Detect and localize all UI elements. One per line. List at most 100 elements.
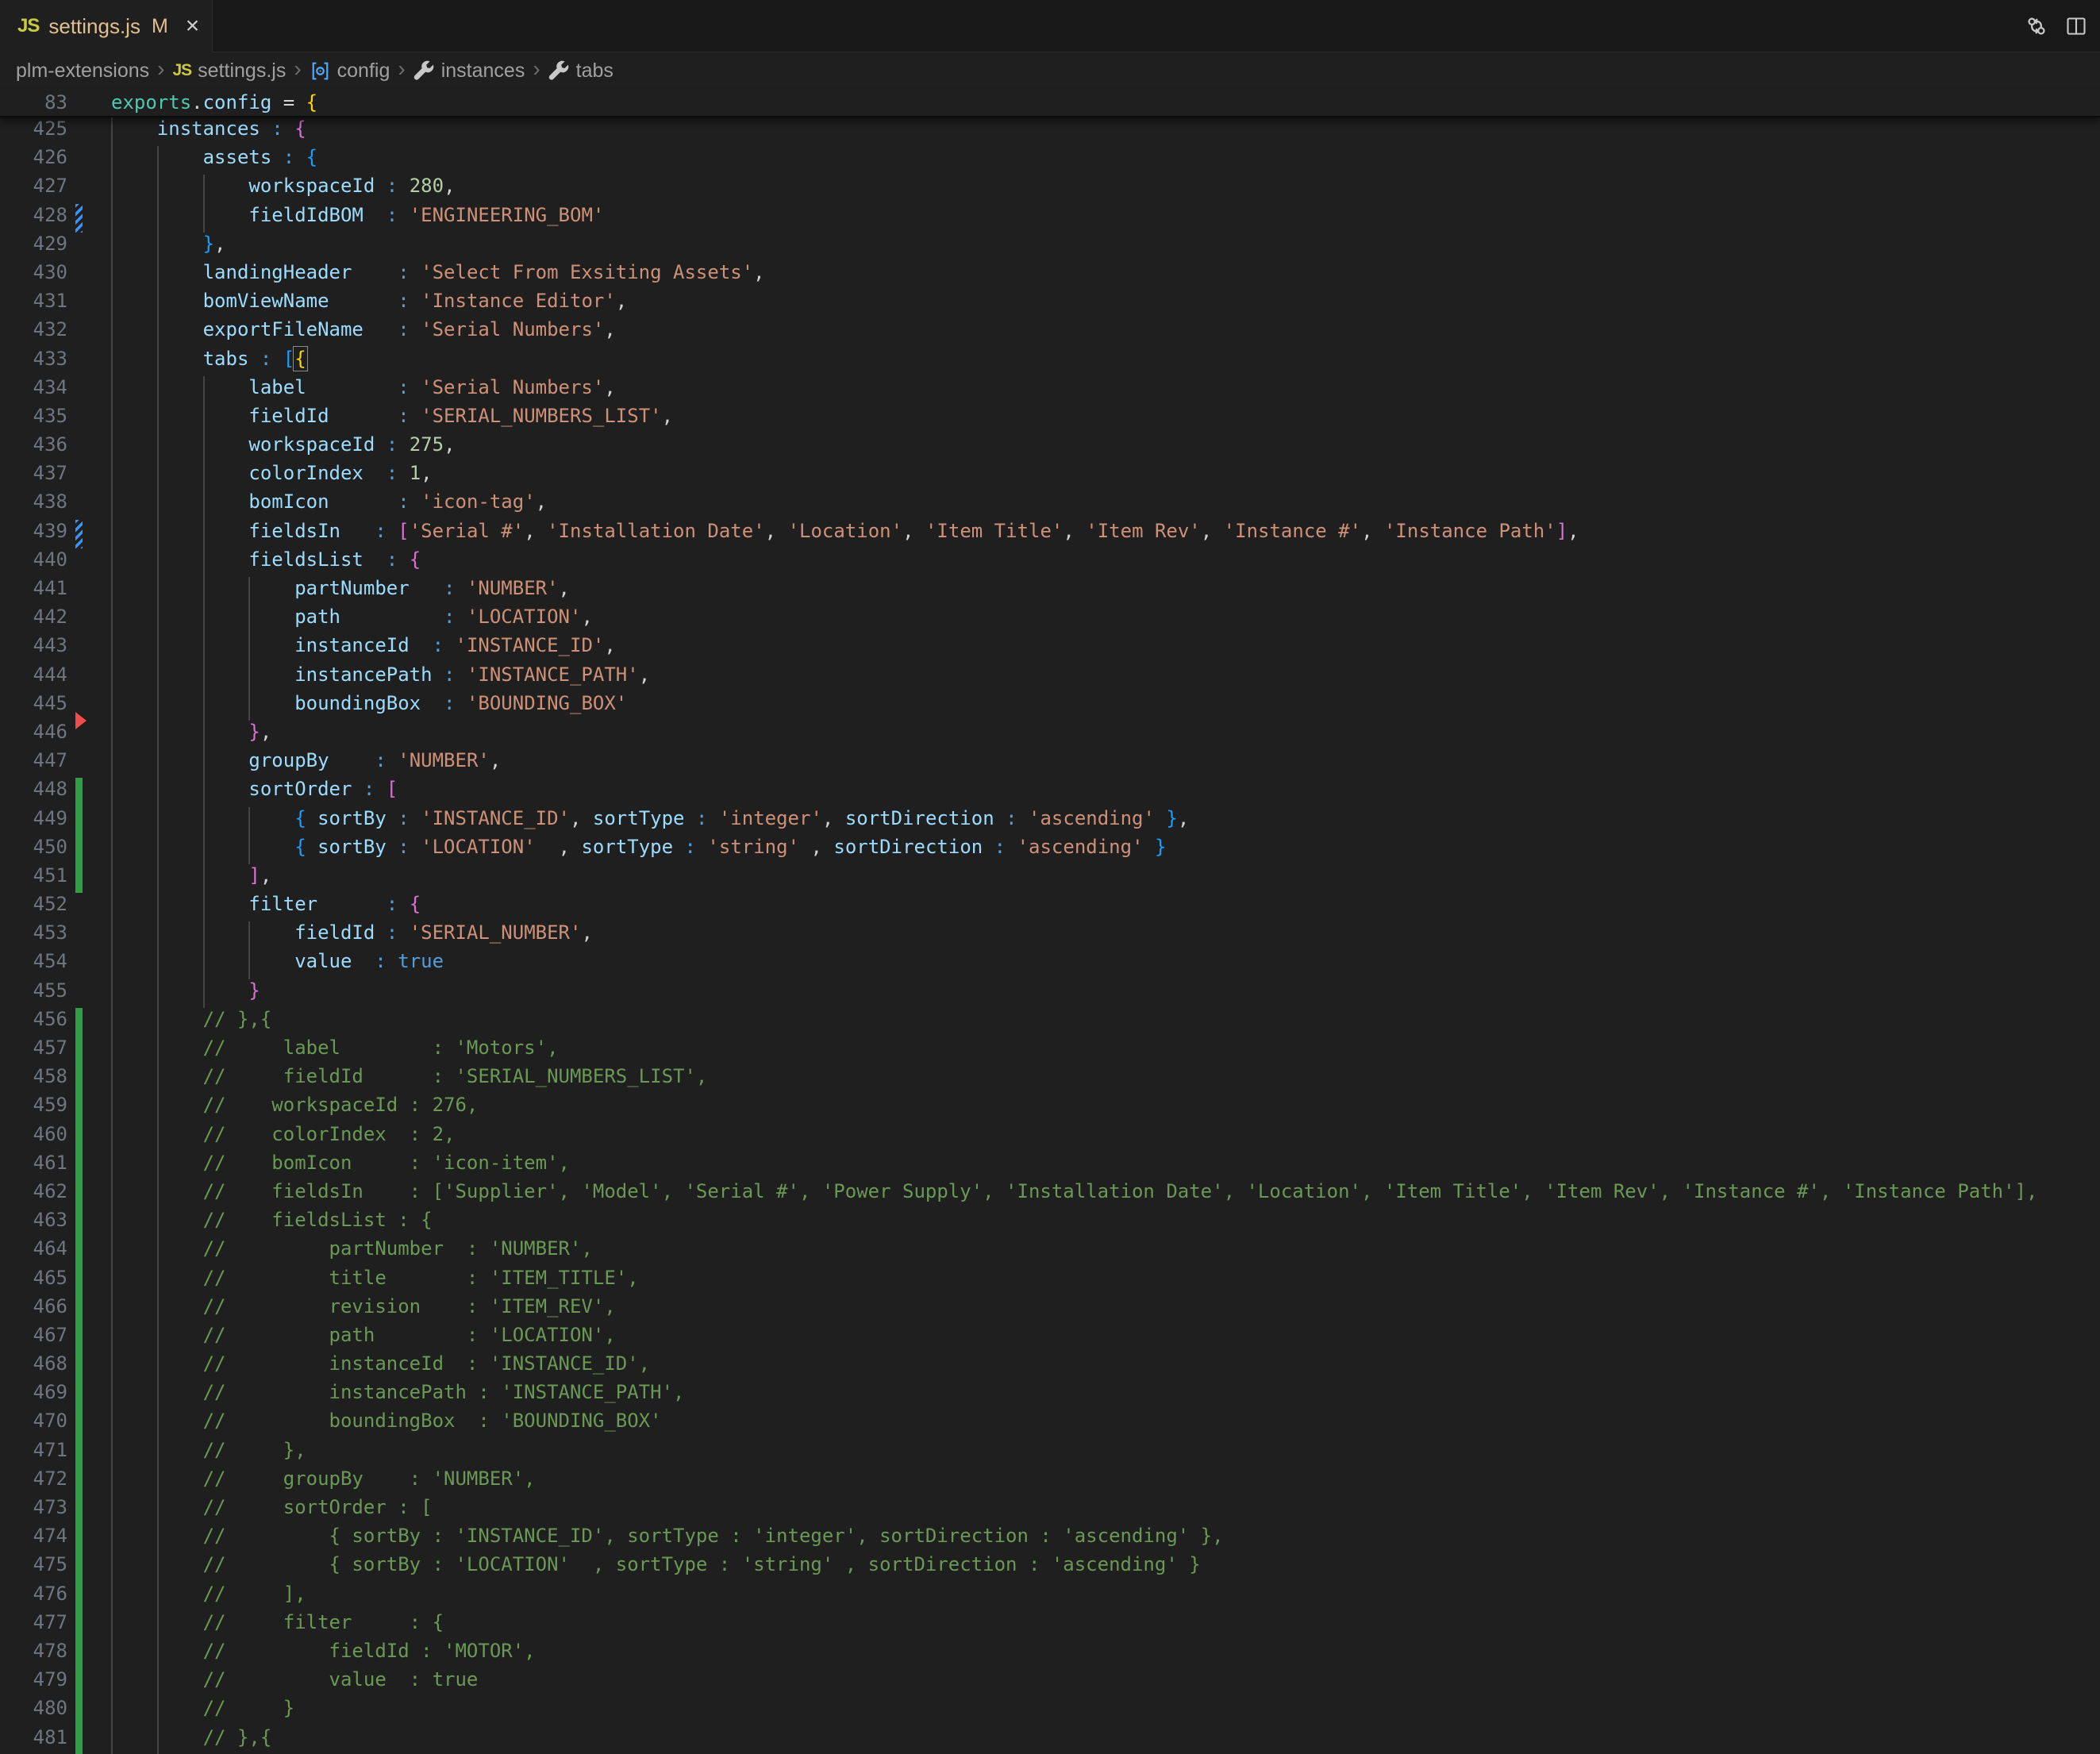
code-line[interactable]: 425 instances : { xyxy=(0,117,2100,146)
breadcrumb-item-config[interactable]: config xyxy=(310,60,390,83)
line-number[interactable]: 445 xyxy=(0,692,67,714)
line-number[interactable]: 459 xyxy=(0,1094,67,1116)
code-line[interactable]: 437 colorIndex : 1, xyxy=(0,462,2100,490)
line-number[interactable]: 462 xyxy=(0,1180,67,1202)
git-added-indicator[interactable] xyxy=(75,778,83,806)
git-added-indicator[interactable] xyxy=(75,1553,83,1582)
code-line[interactable]: 440 fieldsList : { xyxy=(0,548,2100,577)
line-number[interactable]: 449 xyxy=(0,807,67,829)
line-number[interactable]: 455 xyxy=(0,979,67,1002)
line-number[interactable]: 448 xyxy=(0,778,67,800)
line-number[interactable]: 447 xyxy=(0,749,67,771)
line-number[interactable]: 439 xyxy=(0,520,67,542)
line-number[interactable]: 470 xyxy=(0,1410,67,1432)
code-line[interactable]: 427 workspaceId : 280, xyxy=(0,175,2100,203)
line-number[interactable]: 460 xyxy=(0,1123,67,1145)
line-number[interactable]: 440 xyxy=(0,548,67,571)
code-line[interactable]: 465 // title : 'ITEM_TITLE', xyxy=(0,1267,2100,1295)
code-line[interactable]: 442 path : 'LOCATION', xyxy=(0,606,2100,634)
git-added-indicator[interactable] xyxy=(75,1640,83,1668)
line-number[interactable]: 474 xyxy=(0,1525,67,1547)
git-deleted-indicator[interactable] xyxy=(75,712,87,729)
git-added-indicator[interactable] xyxy=(75,1123,83,1152)
close-icon[interactable]: × xyxy=(186,14,200,38)
line-number[interactable]: 467 xyxy=(0,1324,67,1346)
code-line[interactable]: 434 label : 'Serial Numbers', xyxy=(0,376,2100,405)
line-number[interactable]: 461 xyxy=(0,1152,67,1174)
code-line[interactable]: 439 fieldsIn : ['Serial #', 'Installatio… xyxy=(0,520,2100,548)
line-number[interactable]: 441 xyxy=(0,577,67,599)
code-line[interactable]: 451 ], xyxy=(0,864,2100,893)
git-added-indicator[interactable] xyxy=(75,1324,83,1352)
code-line[interactable]: 469 // instancePath : 'INSTANCE_PATH', xyxy=(0,1381,2100,1410)
git-added-indicator[interactable] xyxy=(75,1237,83,1266)
git-added-indicator[interactable] xyxy=(75,1037,83,1065)
line-number[interactable]: 431 xyxy=(0,290,67,312)
breadcrumb-item-instances[interactable]: instances xyxy=(413,60,525,83)
line-number[interactable]: 469 xyxy=(0,1381,67,1403)
git-added-indicator[interactable] xyxy=(75,1668,83,1697)
code-line[interactable]: 441 partNumber : 'NUMBER', xyxy=(0,577,2100,606)
line-number[interactable]: 452 xyxy=(0,893,67,915)
code-line[interactable]: 438 bomIcon : 'icon-tag', xyxy=(0,490,2100,519)
code-line[interactable]: 456 // },{ xyxy=(0,1008,2100,1037)
line-number[interactable]: 433 xyxy=(0,348,67,370)
line-number[interactable]: 458 xyxy=(0,1065,67,1087)
code-line[interactable]: 463 // fieldsList : { xyxy=(0,1209,2100,1237)
code-line[interactable]: 436 workspaceId : 275, xyxy=(0,433,2100,462)
code-line[interactable]: 446 }, xyxy=(0,721,2100,749)
code-line[interactable]: 447 groupBy : 'NUMBER', xyxy=(0,749,2100,778)
line-number[interactable]: 434 xyxy=(0,376,67,398)
code-line[interactable]: 470 // boundingBox : 'BOUNDING_BOX' xyxy=(0,1410,2100,1438)
git-added-indicator[interactable] xyxy=(75,1094,83,1122)
line-number[interactable]: 451 xyxy=(0,864,67,887)
code-line[interactable]: 429 }, xyxy=(0,233,2100,261)
code-line[interactable]: 461 // bomIcon : 'icon-item', xyxy=(0,1152,2100,1180)
code-line[interactable]: 467 // path : 'LOCATION', xyxy=(0,1324,2100,1352)
code-line[interactable]: 476 // ], xyxy=(0,1583,2100,1611)
git-added-indicator[interactable] xyxy=(75,864,83,893)
line-number[interactable]: 471 xyxy=(0,1439,67,1461)
line-number[interactable]: 430 xyxy=(0,261,67,283)
line-number[interactable]: 457 xyxy=(0,1037,67,1059)
line-number[interactable]: 465 xyxy=(0,1267,67,1289)
code-line[interactable]: 477 // filter : { xyxy=(0,1611,2100,1640)
line-number[interactable]: 429 xyxy=(0,233,67,255)
git-added-indicator[interactable] xyxy=(75,1467,83,1496)
code-line[interactable]: 453 fieldId : 'SERIAL_NUMBER', xyxy=(0,921,2100,950)
git-added-indicator[interactable] xyxy=(75,836,83,864)
line-number[interactable]: 427 xyxy=(0,175,67,197)
line-number[interactable]: 454 xyxy=(0,950,67,972)
line-number[interactable]: 475 xyxy=(0,1553,67,1575)
line-number[interactable]: 468 xyxy=(0,1352,67,1375)
line-number[interactable]: 472 xyxy=(0,1467,67,1490)
code-line[interactable]: 475 // { sortBy : 'LOCATION' , sortType … xyxy=(0,1553,2100,1582)
git-added-indicator[interactable] xyxy=(75,1152,83,1180)
code-line[interactable]: 457 // label : 'Motors', xyxy=(0,1037,2100,1065)
code-line[interactable]: 462 // fieldsIn : ['Supplier', 'Model', … xyxy=(0,1180,2100,1209)
code-line[interactable]: 480 // } xyxy=(0,1697,2100,1725)
line-number[interactable]: 481 xyxy=(0,1726,67,1748)
git-added-indicator[interactable] xyxy=(75,1381,83,1410)
code-line[interactable]: 468 // instanceId : 'INSTANCE_ID', xyxy=(0,1352,2100,1381)
code-line[interactable]: 430 landingHeader : 'Select From Exsitin… xyxy=(0,261,2100,290)
code-line[interactable]: 432 exportFileName : 'Serial Numbers', xyxy=(0,318,2100,347)
line-number[interactable]: 466 xyxy=(0,1295,67,1317)
git-added-indicator[interactable] xyxy=(75,1697,83,1725)
code-area[interactable]: 425 instances : {426 assets : {427 works… xyxy=(0,117,2100,1754)
git-added-indicator[interactable] xyxy=(75,1410,83,1438)
code-line[interactable]: 443 instanceId : 'INSTANCE_ID', xyxy=(0,634,2100,663)
line-number[interactable]: 426 xyxy=(0,146,67,168)
line-number[interactable]: 432 xyxy=(0,318,67,340)
line-number[interactable]: 453 xyxy=(0,921,67,944)
git-modified-indicator[interactable] xyxy=(75,204,83,233)
line-number[interactable]: 464 xyxy=(0,1237,67,1260)
line-number[interactable]: 478 xyxy=(0,1640,67,1662)
code-line[interactable]: 450 { sortBy : 'LOCATION' , sortType : '… xyxy=(0,836,2100,864)
line-number[interactable]: 476 xyxy=(0,1583,67,1605)
code-line[interactable]: 458 // fieldId : 'SERIAL_NUMBERS_LIST', xyxy=(0,1065,2100,1094)
code-line[interactable]: 481 // },{ xyxy=(0,1726,2100,1754)
git-added-indicator[interactable] xyxy=(75,1180,83,1209)
tab-settings-js[interactable]: JS settings.js M × xyxy=(0,0,213,52)
sticky-scroll-line[interactable]: 83 exports.config = { xyxy=(0,89,2100,117)
